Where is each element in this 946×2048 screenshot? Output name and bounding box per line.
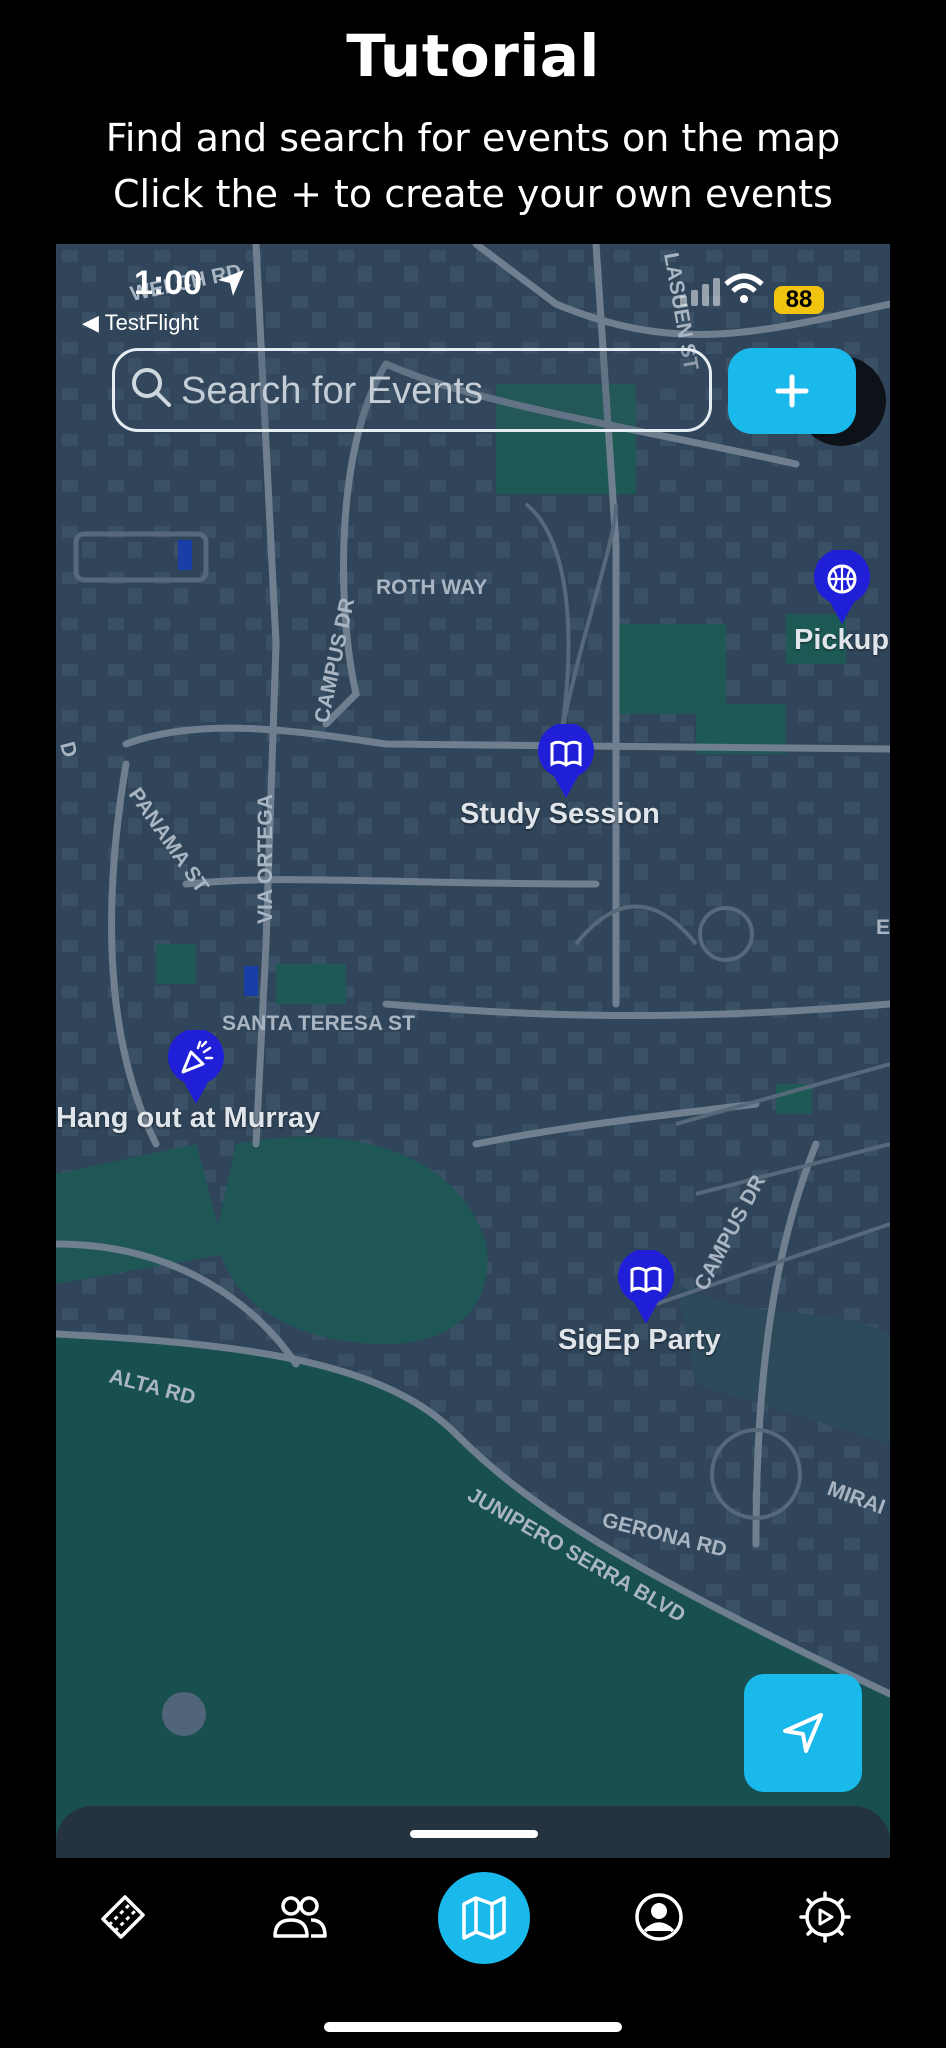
book-icon [538, 722, 594, 798]
battery-indicator: 88 [774, 286, 824, 314]
search-icon [132, 368, 171, 407]
tab-friends[interactable] [264, 1882, 334, 1952]
search-input[interactable] [179, 359, 693, 423]
tutorial-title: Tutorial [346, 22, 600, 90]
tab-bar [0, 1858, 946, 1998]
profile-icon [635, 1893, 683, 1941]
recenter-location-button[interactable] [744, 1674, 862, 1792]
tickets-icon [101, 1895, 145, 1939]
event-label-sigep-party[interactable]: SigEp Party [558, 1324, 721, 1357]
tutorial-instruction-1: Find and search for events on the map [105, 116, 841, 160]
event-search-bar[interactable] [112, 348, 712, 432]
settings-icon [799, 1891, 851, 1943]
event-label-pickup[interactable]: Pickup [794, 624, 889, 657]
event-label-study-session[interactable]: Study Session [460, 798, 660, 831]
tutorial-instruction-2: Click the + to create your own events [113, 172, 833, 216]
plus-icon [775, 374, 809, 408]
phone-screenshot: ROTH WAY CAMPUS DR PANAMA ST VIA ORTEGA … [56, 244, 890, 1858]
bottom-sheet[interactable] [56, 1806, 890, 1858]
party-popper-icon [168, 1028, 224, 1104]
create-event-button[interactable] [728, 348, 856, 434]
event-label-hang-out-at-murray[interactable]: Hang out at Murray [56, 1102, 320, 1135]
street-label-roth-way: ROTH WAY [376, 576, 487, 599]
street-label-e: E [876, 916, 890, 939]
cellular-signal-icon [680, 278, 720, 306]
event-pin-study-session[interactable] [536, 722, 596, 800]
testflight-back-link[interactable]: ◀ TestFlight [82, 310, 199, 336]
street-label-santa-teresa: SANTA TERESA ST [222, 1012, 415, 1035]
event-pin-pickup[interactable] [812, 548, 872, 626]
home-indicator [324, 2022, 622, 2032]
event-pin-hang-out-at-murray[interactable] [166, 1028, 226, 1106]
location-arrow-icon [218, 270, 244, 296]
event-pin-sigep-party[interactable] [616, 1248, 676, 1326]
tab-tickets[interactable] [88, 1882, 158, 1952]
status-time: 1:00 [134, 264, 203, 302]
basketball-icon [814, 548, 870, 624]
tab-settings[interactable] [790, 1882, 860, 1952]
friends-icon [273, 1896, 327, 1938]
navigation-arrow-icon [783, 1713, 823, 1753]
tab-map[interactable] [438, 1872, 530, 1964]
map-icon [462, 1896, 506, 1940]
wifi-icon [724, 273, 764, 303]
book-icon [618, 1248, 674, 1324]
sheet-drag-handle[interactable] [410, 1830, 538, 1838]
tutorial-header: Tutorial Find and search for events on t… [0, 0, 946, 244]
tab-profile[interactable] [624, 1882, 694, 1952]
street-label-via-ortega: VIA ORTEGA [254, 794, 277, 924]
